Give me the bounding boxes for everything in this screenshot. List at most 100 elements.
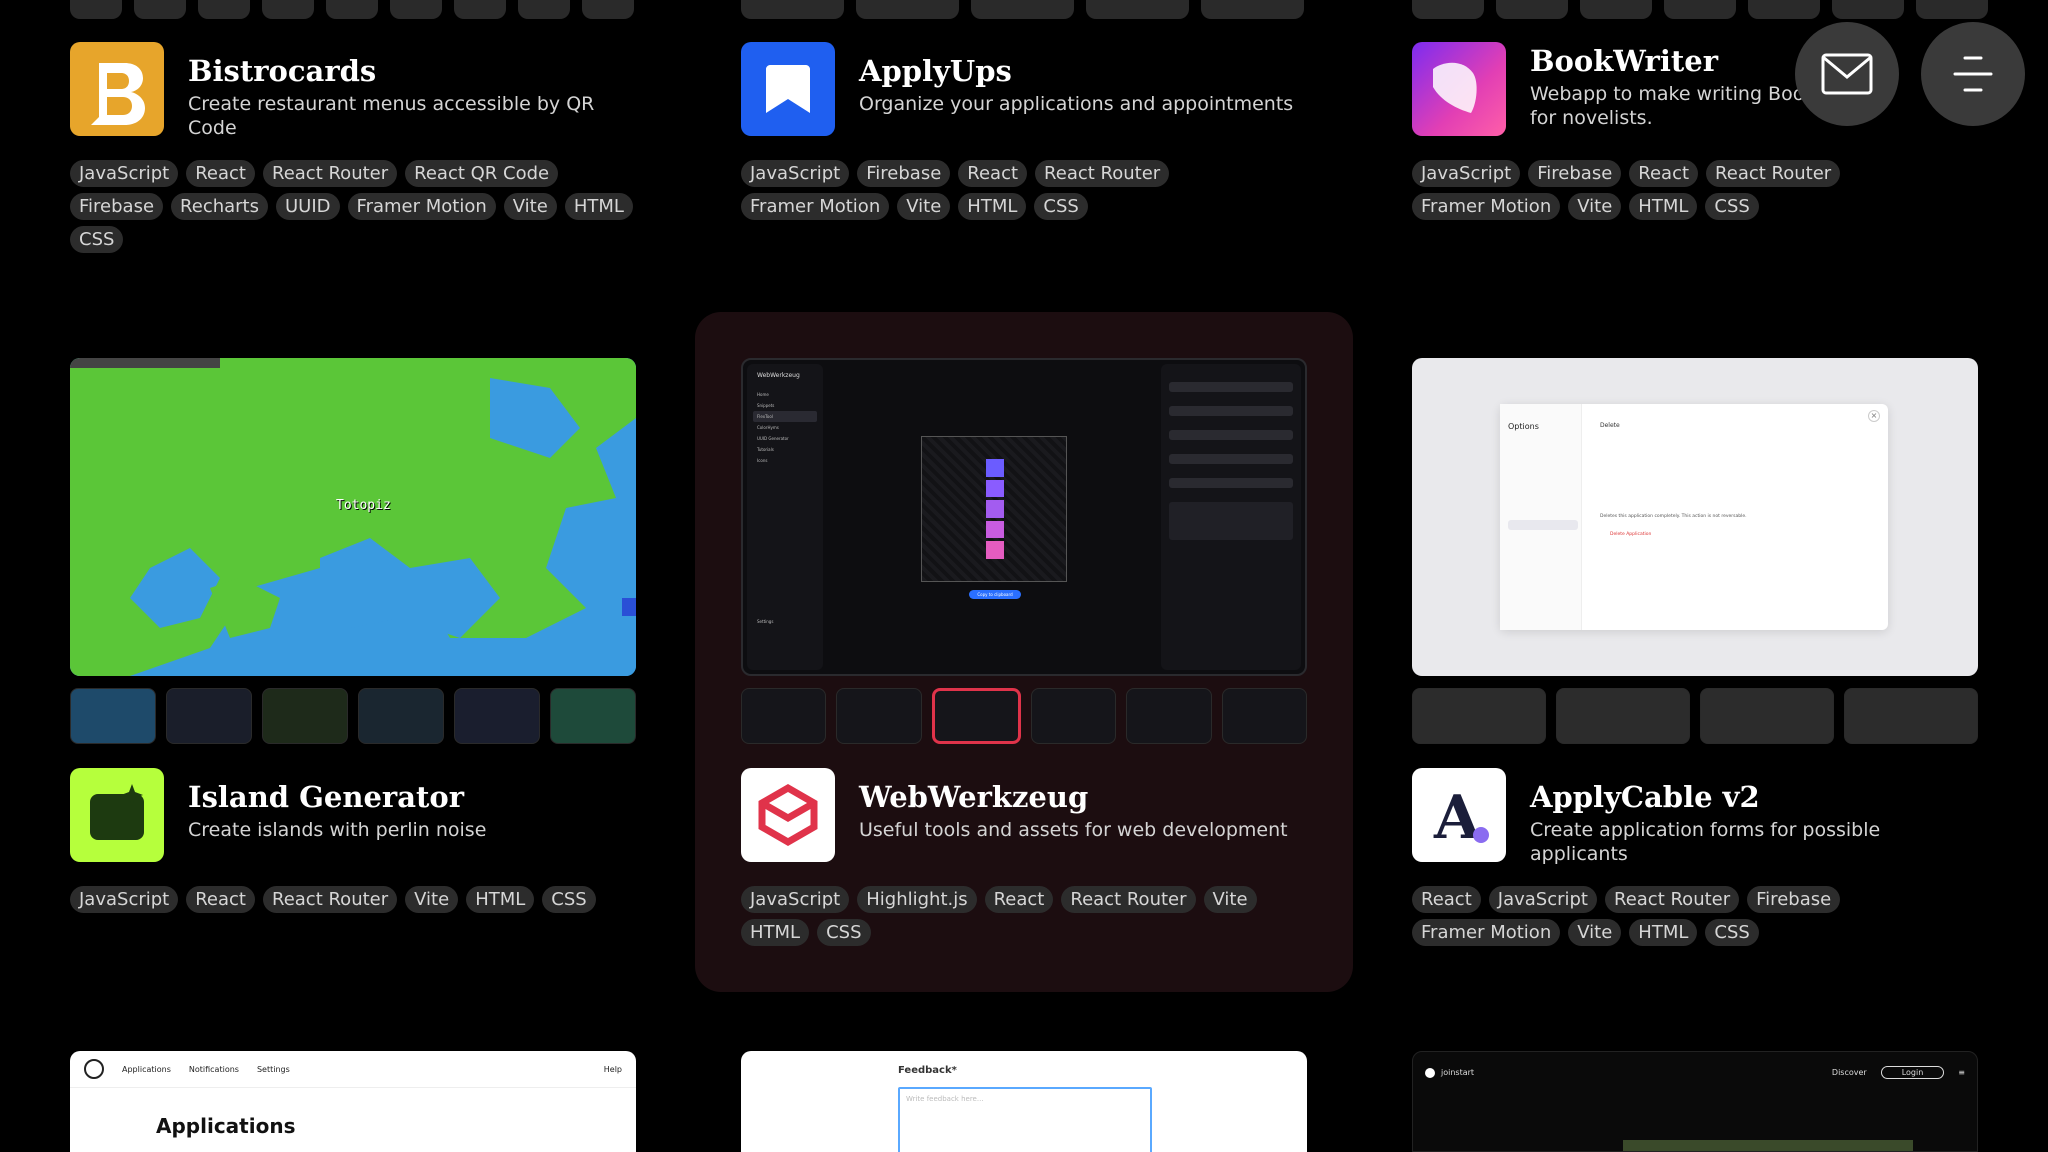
tag-chip: Vite: [1568, 919, 1622, 946]
side-nav: Home Snippets FlexTool ColorHyms UUID Genera…: [747, 387, 823, 629]
tag-chip: Highlight.js: [857, 886, 977, 913]
tag-chip: React Router: [263, 160, 398, 187]
tag-chip: JavaScript: [1412, 160, 1521, 187]
tag-chip: CSS: [542, 886, 596, 913]
tag-chip: HTML: [1629, 919, 1698, 946]
tag-chip: Framer Motion: [1412, 919, 1561, 946]
applycable-screenshot[interactable]: Options Delete Deletes this application …: [1412, 358, 1978, 676]
tag-chip: CSS: [817, 919, 871, 946]
tag-chip: Framer Motion: [347, 193, 496, 220]
nav-item[interactable]: Settings: [753, 616, 817, 627]
thumbnail-selected[interactable]: [931, 688, 1021, 744]
tag-chip: JavaScript: [741, 886, 850, 913]
menu-button[interactable]: [1921, 22, 2025, 126]
nav-item[interactable]: FlexTool: [753, 411, 817, 422]
thumbnail[interactable]: [262, 688, 348, 744]
tag-list: JavaScript Firebase React React Router Frame…: [741, 160, 1307, 220]
top-thumbs-bistrocards: [70, 0, 634, 20]
top-thumbs-bookwriter: [1412, 0, 1988, 20]
tag-list: JavaScript React React Router Vite HTML CSS: [70, 886, 636, 913]
bookwriter-logo: [1412, 42, 1506, 136]
tag-chip: JavaScript: [70, 886, 179, 913]
project-title: ApplyCable v2: [1530, 780, 1760, 814]
nav-item[interactable]: Tutorials: [753, 444, 817, 455]
island-generator-screenshot[interactable]: Totopiz: [70, 358, 636, 676]
thumbnail[interactable]: [550, 688, 636, 744]
feedback-label: Feedback*: [898, 1065, 957, 1076]
menu-icon[interactable]: ≡: [1958, 1068, 1965, 1077]
applycable-logo: A: [1412, 768, 1506, 862]
joinstart-logo-icon: [1425, 1067, 1435, 1078]
tag-chip: Firebase: [857, 160, 951, 187]
tab-notifications[interactable]: Notifications: [189, 1065, 239, 1074]
tag-chip: JavaScript: [70, 160, 179, 187]
tag-chip: React: [186, 886, 255, 913]
tag-list: React JavaScript React Router Firebase Frame…: [1412, 886, 1978, 946]
applications-app-preview[interactable]: Applications Notifications Settings Help…: [70, 1051, 636, 1152]
tag-chip: Vite: [897, 193, 951, 220]
tag-chip: HTML: [741, 919, 810, 946]
thumbnail[interactable]: [1221, 688, 1307, 744]
thumbnail[interactable]: [1700, 688, 1834, 744]
tag-chip: React: [958, 160, 1028, 187]
thumbnail[interactable]: [1556, 688, 1690, 744]
project-description: Organize your applications and appointme…: [859, 93, 1294, 115]
project-description: Create application forms for possible ap…: [1530, 819, 1881, 865]
thumbnail[interactable]: [1126, 688, 1212, 744]
thumbnail[interactable]: [454, 688, 540, 744]
feedback-form-preview[interactable]: Feedback* Write feedback here...: [741, 1051, 1307, 1152]
page-heading: Applications: [156, 1114, 296, 1138]
project-card-webwerkzeug[interactable]: WebWerkzeug Home Snippets FlexTool ColorHym…: [695, 312, 1353, 992]
tag-chip: React: [1412, 886, 1481, 913]
joinstart-preview[interactable]: joinstart Discover Login ≡: [1412, 1051, 1978, 1152]
nav-item[interactable]: UUID Generator: [753, 433, 817, 444]
project-card-bistrocards[interactable]: Bistrocards Create restaurant menus acces…: [70, 42, 636, 262]
close-icon[interactable]: ×: [1868, 410, 1880, 422]
thumbnail[interactable]: [836, 688, 922, 744]
project-card-applycable[interactable]: Options Delete Deletes this application …: [1412, 358, 1978, 958]
help-link[interactable]: Help: [604, 1065, 622, 1074]
tag-chip: React: [186, 160, 255, 187]
project-description: Create restaurant menus accessible by QR…: [188, 93, 595, 139]
tag-chip: Vite: [405, 886, 459, 913]
login-button[interactable]: Login: [1880, 1066, 1945, 1079]
tab-applications[interactable]: Applications: [122, 1065, 171, 1074]
tag-chip: JavaScript: [1488, 886, 1597, 913]
nav-item[interactable]: Snippets: [753, 400, 817, 411]
menu-icon: [1953, 56, 1993, 92]
bistrocards-logo: [70, 42, 164, 136]
nav-item[interactable]: Icons: [753, 455, 817, 466]
nav-item[interactable]: Home: [753, 389, 817, 400]
tag-chip: Firebase: [70, 193, 164, 220]
thumbnail[interactable]: [358, 688, 444, 744]
nav-item[interactable]: ColorHyms: [753, 422, 817, 433]
project-card-applyups[interactable]: ApplyUps Organize your applications and a…: [741, 42, 1307, 242]
project-title: ApplyUps: [859, 54, 1012, 88]
contact-mail-button[interactable]: [1795, 22, 1899, 126]
island-generator-logo: [70, 768, 164, 862]
discover-link[interactable]: Discover: [1832, 1068, 1867, 1077]
tag-chip: Framer Motion: [741, 193, 890, 220]
modal-text: Deletes this application completely. Thi…: [1600, 514, 1747, 519]
tag-chip: CSS: [1034, 193, 1088, 220]
thumbnail[interactable]: [1412, 688, 1546, 744]
tag-chip: UUID: [276, 193, 340, 220]
copy-button[interactable]: Copy to clipboard: [969, 590, 1021, 599]
webwerkzeug-screenshot[interactable]: WebWerkzeug Home Snippets FlexTool ColorHym…: [741, 358, 1307, 676]
feedback-input[interactable]: Write feedback here...: [898, 1087, 1152, 1152]
tag-chip: HTML: [958, 193, 1027, 220]
tag-chip: Recharts: [171, 193, 268, 220]
thumbnail[interactable]: [70, 688, 156, 744]
thumbnail[interactable]: [1030, 688, 1117, 744]
tab-settings[interactable]: Settings: [257, 1065, 290, 1074]
mail-icon: [1821, 53, 1873, 95]
project-description: Create islands with perlin noise: [188, 819, 487, 841]
project-title: Island Generator: [188, 780, 464, 814]
thumbnail[interactable]: [166, 688, 252, 744]
tag-chip: Firebase: [1528, 160, 1622, 187]
project-card-island-generator[interactable]: Totopiz Island Generator Create islands w…: [70, 358, 636, 918]
delete-application-button[interactable]: Delete Application: [1610, 532, 1651, 537]
thumbnail[interactable]: [741, 688, 827, 744]
thumbnail[interactable]: [1844, 688, 1978, 744]
tag-chip: Firebase: [1747, 886, 1841, 913]
